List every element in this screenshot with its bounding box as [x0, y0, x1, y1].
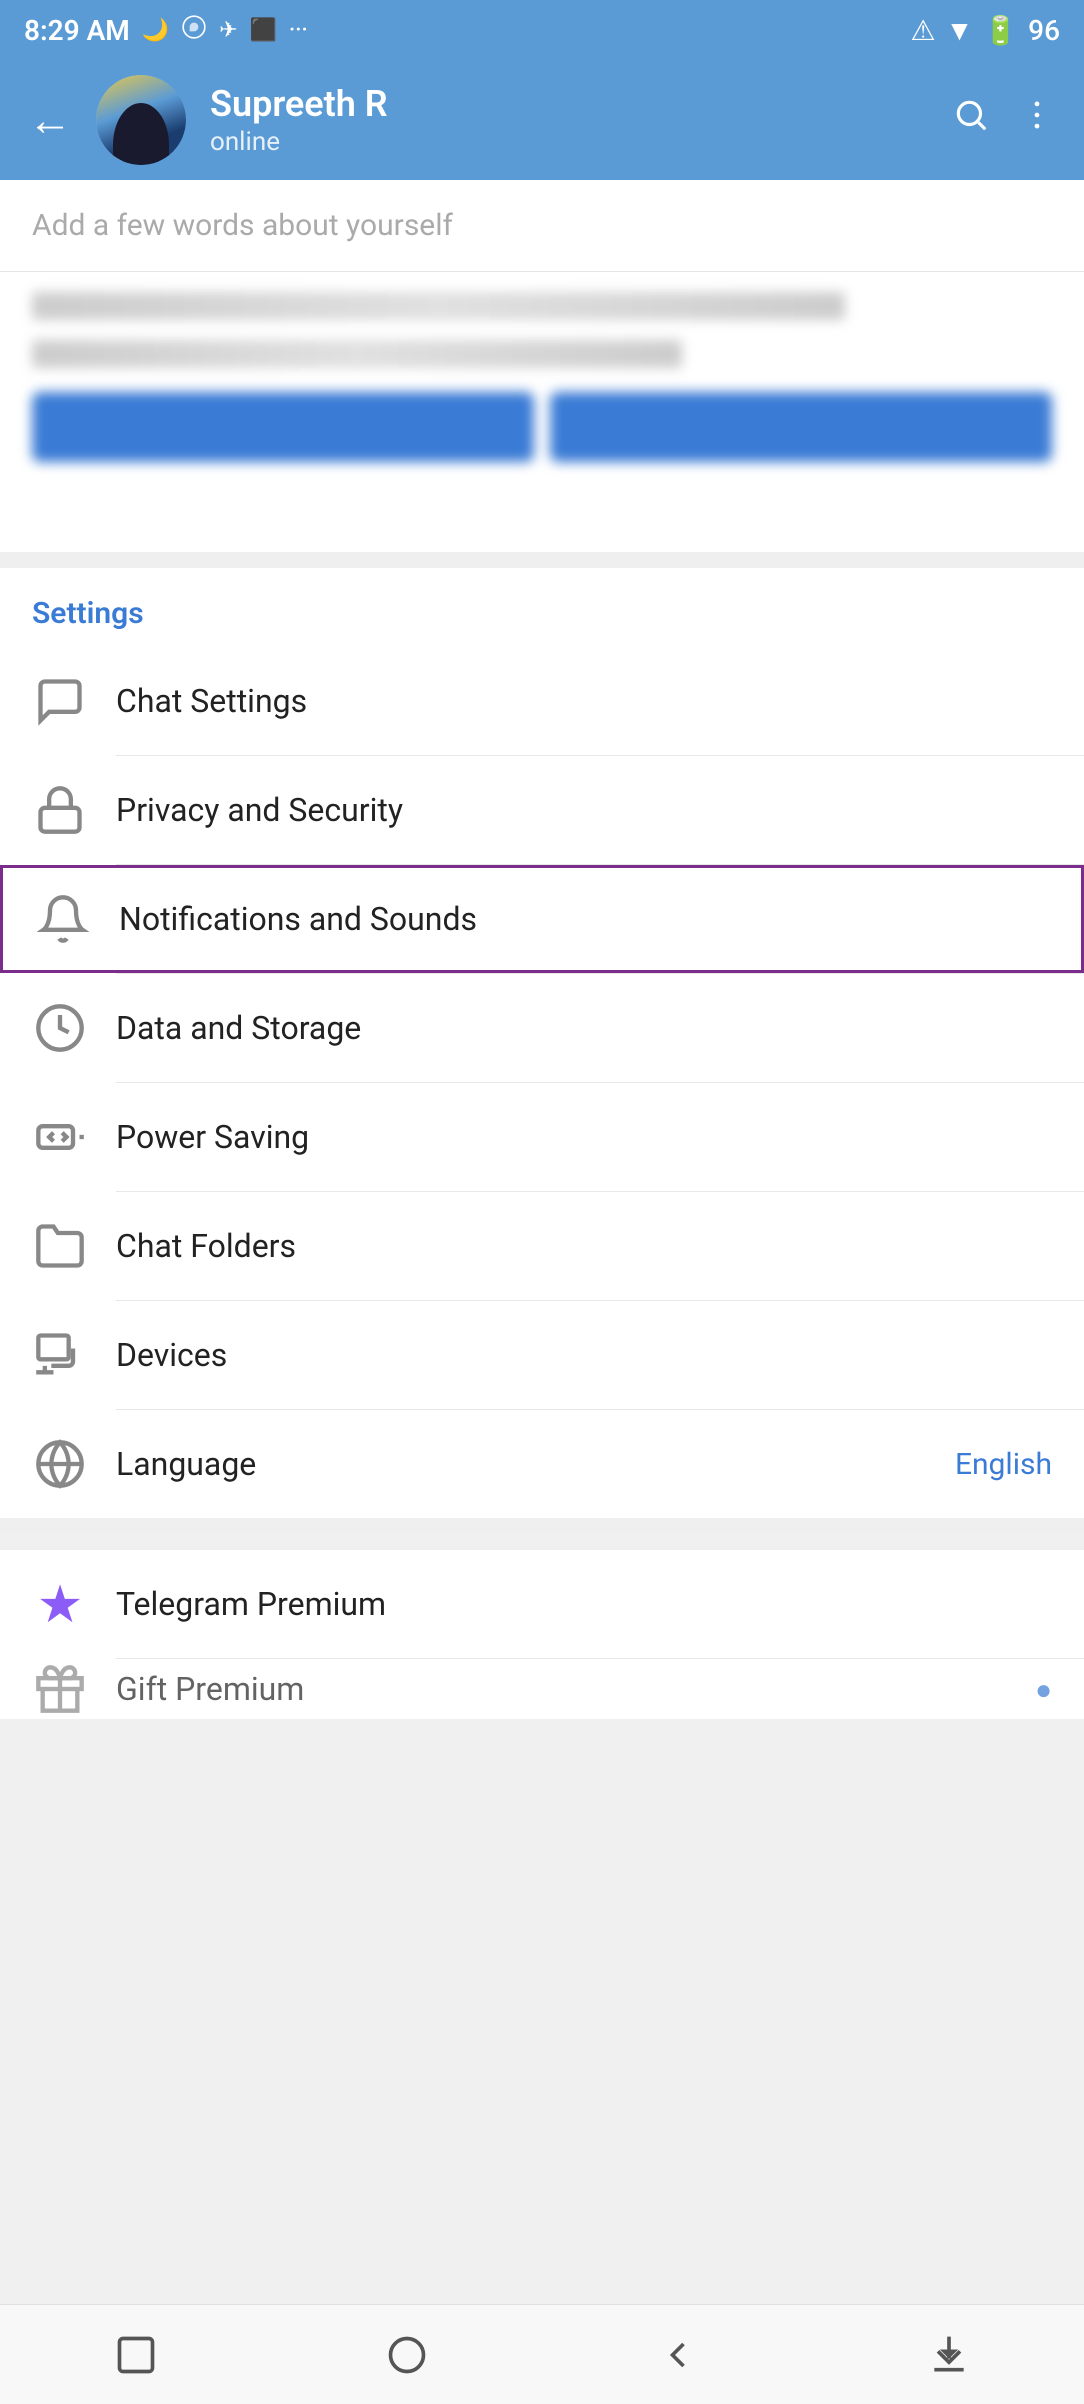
status-right: ⚠ ▼ 🔋 96	[910, 14, 1060, 47]
settings-title: Settings	[0, 568, 1084, 647]
bottom-nav	[0, 2304, 1084, 2404]
settings-item-chat-settings[interactable]: Chat Settings	[0, 647, 1084, 755]
user-status: online	[210, 127, 928, 157]
nav-download-button[interactable]	[909, 2315, 989, 2395]
blurred-buttons	[32, 392, 1052, 462]
settings-item-data[interactable]: Data and Storage	[0, 974, 1084, 1082]
user-name: Supreeth R	[210, 83, 928, 126]
data-icon	[32, 1002, 88, 1054]
status-bar: 8:29 AM 🌙 ✈ ⬛ ··· ⚠ ▼ 🔋 96	[0, 0, 1084, 60]
whatsapp-icon	[181, 14, 207, 46]
user-info: Supreeth R online	[210, 83, 928, 156]
language-label: Language	[116, 1445, 955, 1483]
notifications-label: Notifications and Sounds	[119, 900, 1049, 938]
devices-icon	[32, 1329, 88, 1381]
premium-divider	[0, 1518, 1084, 1534]
top-actions	[952, 96, 1056, 144]
blurred-section	[0, 272, 1084, 552]
chat-settings-label: Chat Settings	[116, 682, 1052, 720]
status-left: 8:29 AM 🌙 ✈ ⬛ ···	[24, 14, 308, 47]
devices-label: Devices	[116, 1336, 1052, 1374]
search-button[interactable]	[952, 96, 990, 144]
blurred-line-2	[32, 340, 682, 368]
settings-item-notifications[interactable]: Notifications and Sounds	[0, 865, 1084, 973]
blurred-btn-1	[32, 392, 534, 462]
avatar	[96, 75, 186, 165]
premium-section: ★ Telegram Premium Gift Premium ●	[0, 1550, 1084, 1719]
layers-icon: ⬛	[250, 18, 277, 43]
privacy-label: Privacy and Security	[116, 791, 1052, 829]
settings-item-folders[interactable]: Chat Folders	[0, 1192, 1084, 1300]
battery-icon: 🔋	[983, 14, 1018, 47]
power-icon	[32, 1111, 88, 1163]
premium-label: Telegram Premium	[116, 1585, 1052, 1623]
section-divider	[0, 552, 1084, 568]
settings-item-devices[interactable]: Devices	[0, 1301, 1084, 1409]
settings-section: Settings Chat Settings Privacy and Secur…	[0, 568, 1084, 1518]
folders-icon	[32, 1220, 88, 1272]
bio-area[interactable]: Add a few words about yourself	[0, 180, 1084, 272]
nav-back-button[interactable]	[638, 2315, 718, 2395]
battery-level: 96	[1028, 14, 1060, 47]
settings-item-privacy[interactable]: Privacy and Security	[0, 756, 1084, 864]
dots-icon: ···	[289, 18, 308, 43]
folders-label: Chat Folders	[116, 1227, 1052, 1265]
settings-item-language[interactable]: Language English	[0, 1410, 1084, 1518]
more-button[interactable]	[1018, 96, 1056, 144]
language-value: English	[955, 1447, 1052, 1482]
language-icon	[32, 1438, 88, 1490]
notifications-icon	[35, 893, 91, 945]
moon-icon: 🌙	[142, 18, 169, 43]
star-icon: ★	[32, 1574, 88, 1635]
nav-square-button[interactable]	[96, 2315, 176, 2395]
data-label: Data and Storage	[116, 1009, 1052, 1047]
gift-label: Gift Premium	[116, 1670, 1027, 1708]
status-time: 8:29 AM	[24, 14, 130, 47]
blurred-line-1	[32, 292, 845, 320]
power-label: Power Saving	[116, 1118, 1052, 1156]
telegram-icon: ✈	[219, 18, 237, 43]
back-button[interactable]: ←	[28, 98, 72, 142]
settings-item-gift[interactable]: Gift Premium ●	[0, 1659, 1084, 1719]
blurred-btn-2	[550, 392, 1052, 462]
settings-item-power[interactable]: Power Saving	[0, 1083, 1084, 1191]
gift-icon	[32, 1663, 88, 1715]
settings-item-premium[interactable]: ★ Telegram Premium	[0, 1550, 1084, 1658]
warning-icon: ⚠	[910, 14, 935, 47]
chat-settings-icon	[32, 675, 88, 727]
privacy-icon	[32, 784, 88, 836]
nav-home-button[interactable]	[367, 2315, 447, 2395]
top-bar: ← Supreeth R online	[0, 60, 1084, 180]
wifi-icon: ▼	[946, 14, 974, 47]
bio-placeholder: Add a few words about yourself	[32, 208, 453, 243]
